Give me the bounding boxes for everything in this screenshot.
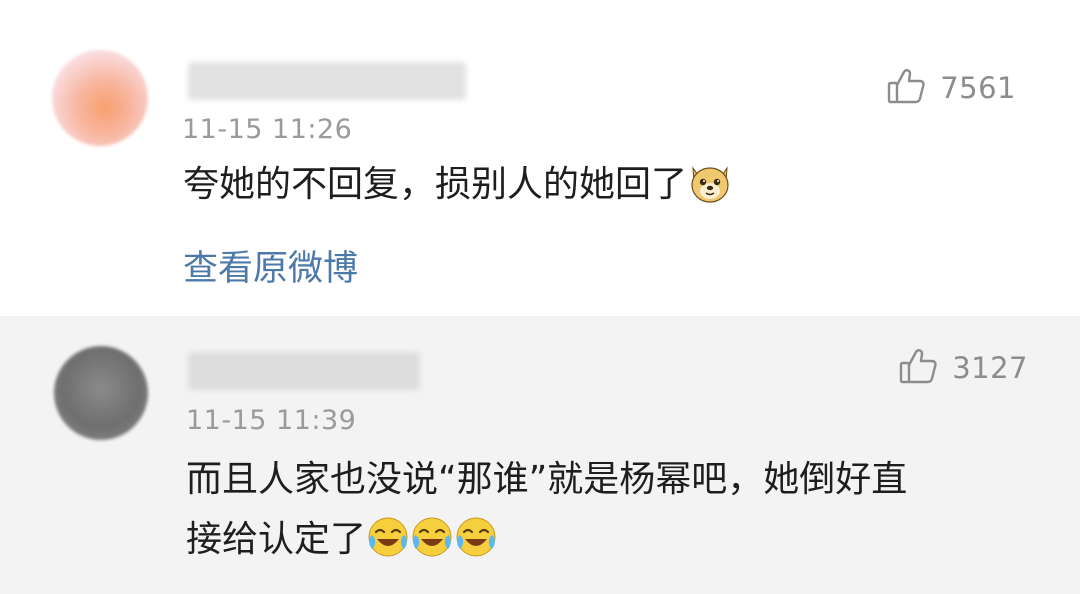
- avatar[interactable]: [54, 346, 148, 440]
- view-original-weibo-link[interactable]: 查看原微博: [183, 240, 358, 291]
- like-count: 3127: [952, 351, 1028, 385]
- username-blurred[interactable]: [188, 62, 466, 100]
- comment-text-line: 而且人家也没说“那谁”就是杨幂吧，她倒好直: [186, 459, 908, 500]
- comment-text: 夸她的不回复，损别人的她回了: [183, 155, 733, 215]
- thumbs-up-icon: [898, 346, 938, 390]
- avatar[interactable]: [52, 50, 148, 146]
- laugh-cry-emoji: [454, 515, 498, 559]
- comment-item: 3127 11-15 11:39 而且人家也没说“那谁”就是杨幂吧，她倒好直 接…: [0, 316, 1080, 594]
- comment-text-content: 接给认定了: [186, 519, 367, 560]
- like-count: 7561: [940, 71, 1016, 105]
- like-button[interactable]: 7561: [886, 66, 1016, 110]
- comment-item: 7561 11-15 11:26 夸她的不回复，损别人的她回了 查看原微博: [0, 0, 1080, 316]
- username-blurred[interactable]: [188, 352, 420, 390]
- comment-time: 11-15 11:39: [186, 405, 357, 436]
- comment-time: 11-15 11:26: [182, 114, 353, 145]
- comment-text-content: 夸她的不回复，损别人的她回了: [183, 164, 688, 205]
- thumbs-up-icon: [886, 66, 926, 110]
- laugh-cry-emoji: [366, 515, 410, 559]
- comment-text-line-2: 接给认定了: [186, 510, 1046, 570]
- doge-emoji: [687, 159, 733, 205]
- comment-text: 而且人家也没说“那谁”就是杨幂吧，她倒好直 接给认定了: [186, 450, 1046, 570]
- like-button[interactable]: 3127: [898, 346, 1028, 390]
- laugh-cry-emoji: [410, 515, 454, 559]
